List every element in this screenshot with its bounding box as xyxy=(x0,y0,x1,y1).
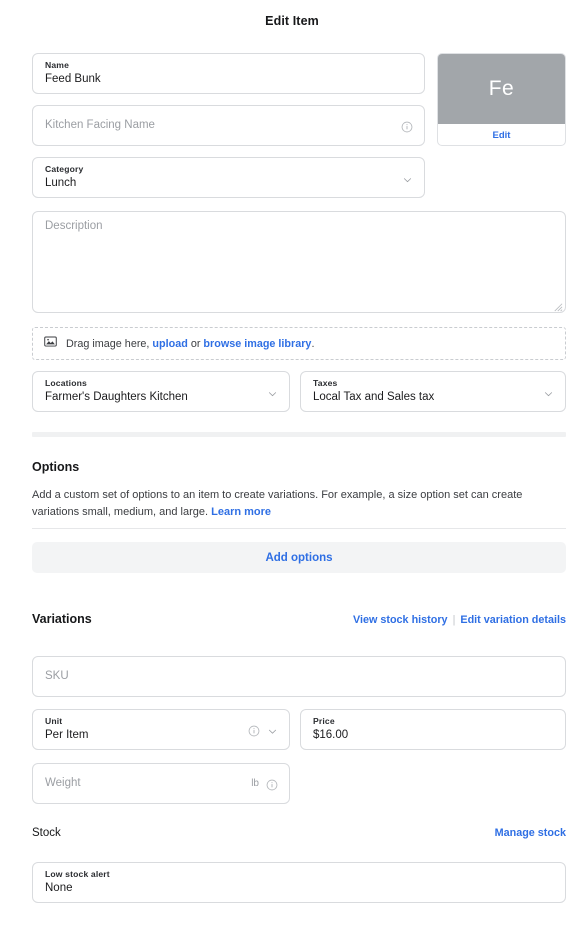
chevron-down-icon[interactable] xyxy=(267,386,278,397)
unit-label: Unit xyxy=(45,716,63,726)
upload-link[interactable]: upload xyxy=(152,338,187,350)
chevron-down-icon[interactable] xyxy=(543,386,554,397)
dropzone-text-before: Drag image here, xyxy=(66,337,150,350)
stock-heading: Stock xyxy=(32,827,61,839)
name-field-value: Feed Bunk xyxy=(45,73,101,85)
variations-actions: View stock history | Edit variation deta… xyxy=(353,614,566,626)
name-field-label: Name xyxy=(45,60,70,70)
price-label: Price xyxy=(313,716,335,726)
category-select[interactable]: Category Lunch xyxy=(32,157,425,198)
info-icon[interactable] xyxy=(401,120,413,132)
kitchen-facing-name-placeholder: Kitchen Facing Name xyxy=(45,119,155,131)
low-stock-alert-label: Low stock alert xyxy=(45,869,110,879)
browse-image-library-link[interactable]: browse image library xyxy=(203,338,311,350)
options-heading: Options xyxy=(32,460,80,474)
options-divider xyxy=(32,528,566,529)
price-value: $16.00 xyxy=(313,729,349,741)
description-placeholder: Description xyxy=(45,220,103,232)
unit-select[interactable]: Unit Per Item xyxy=(32,709,290,750)
sku-input[interactable]: SKU xyxy=(32,656,566,697)
options-description: Add a custom set of options to an item t… xyxy=(32,487,532,521)
taxes-adornment xyxy=(543,386,554,397)
edit-item-page: Edit Item Name Feed Bunk Kitchen Facing … xyxy=(0,0,584,926)
item-image-initials: Fe xyxy=(438,54,565,124)
locations-label: Locations xyxy=(45,378,87,388)
category-value: Lunch xyxy=(45,177,77,189)
kitchen-facing-name-adornment xyxy=(401,120,413,132)
category-label: Category xyxy=(45,164,84,174)
locations-value: Farmer's Daughters Kitchen xyxy=(45,391,188,403)
dropzone-text-after: . xyxy=(311,337,315,350)
variations-heading: Variations xyxy=(32,612,92,626)
image-icon xyxy=(44,335,57,353)
weight-adornment: lb xyxy=(251,778,278,790)
taxes-select[interactable]: Taxes Local Tax and Sales tax xyxy=(300,371,566,412)
info-icon[interactable] xyxy=(266,778,278,790)
weight-field[interactable]: Weight lb xyxy=(32,763,290,804)
chevron-down-icon[interactable] xyxy=(402,172,413,183)
page-title: Edit Item xyxy=(265,14,319,28)
low-stock-alert-field[interactable]: Low stock alert None xyxy=(32,862,566,903)
category-adornment xyxy=(402,172,413,183)
unit-value: Per Item xyxy=(45,729,89,741)
dropzone-text-middle: or xyxy=(190,337,201,350)
view-stock-history-link[interactable]: View stock history xyxy=(353,614,448,626)
add-options-button[interactable]: Add options xyxy=(32,542,566,573)
resize-handle-icon[interactable] xyxy=(552,299,563,312)
sku-placeholder: SKU xyxy=(45,670,69,682)
variations-links-separator: | xyxy=(452,614,456,626)
edit-variation-details-link[interactable]: Edit variation details xyxy=(460,614,566,626)
low-stock-alert-value: None xyxy=(45,882,73,894)
item-image-thumbnail[interactable]: Fe Edit xyxy=(437,53,566,146)
item-image-edit-button[interactable]: Edit xyxy=(438,124,565,145)
price-field[interactable]: Price $16.00 xyxy=(300,709,566,750)
unit-adornment xyxy=(248,724,278,736)
options-description-text: Add a custom set of options to an item t… xyxy=(32,489,523,518)
taxes-value: Local Tax and Sales tax xyxy=(313,391,435,403)
weight-placeholder: Weight xyxy=(45,777,81,789)
section-divider xyxy=(32,432,566,437)
image-dropzone[interactable]: Drag image here, upload or browse image … xyxy=(32,327,566,360)
locations-select[interactable]: Locations Farmer's Daughters Kitchen xyxy=(32,371,290,412)
dropzone-text: Drag image here, upload or browse image … xyxy=(66,338,314,350)
locations-adornment xyxy=(267,386,278,397)
learn-more-link[interactable]: Learn more xyxy=(211,506,271,518)
manage-stock-link[interactable]: Manage stock xyxy=(495,827,566,839)
kitchen-facing-name-field[interactable]: Kitchen Facing Name xyxy=(32,105,425,146)
name-field[interactable]: Name Feed Bunk xyxy=(32,53,425,94)
chevron-down-icon[interactable] xyxy=(267,724,278,735)
info-icon[interactable] xyxy=(248,724,260,736)
description-textarea[interactable]: Description xyxy=(32,211,566,313)
weight-unit-label: lb xyxy=(251,778,259,789)
taxes-label: Taxes xyxy=(313,378,338,388)
